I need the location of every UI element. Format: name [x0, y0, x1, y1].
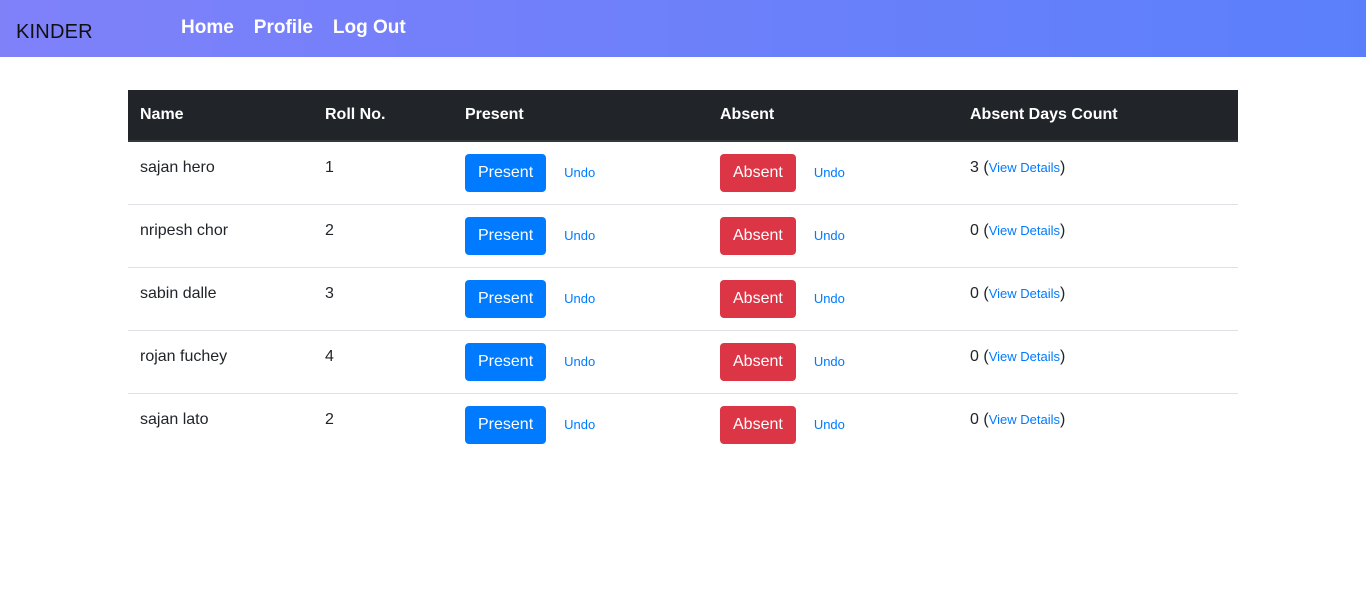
- view-details-link[interactable]: View Details: [989, 349, 1060, 364]
- nav-link-profile[interactable]: Profile: [254, 16, 313, 40]
- student-name: nripesh chor: [140, 221, 229, 239]
- present-cell: Present Undo: [453, 392, 708, 456]
- absent-count: 0: [970, 221, 979, 239]
- present-cell: Present Undo: [453, 266, 708, 330]
- header-present: Present: [453, 90, 708, 142]
- roll-number: 2: [325, 221, 334, 239]
- brand-logo[interactable]: KINDER: [16, 20, 93, 44]
- nav-link-home[interactable]: Home: [181, 16, 234, 40]
- view-details-link[interactable]: View Details: [989, 223, 1060, 238]
- absent-undo-link[interactable]: Undo: [814, 406, 845, 444]
- header-roll: Roll No.: [313, 90, 453, 142]
- view-details-link[interactable]: View Details: [989, 412, 1060, 427]
- nav-link-logout[interactable]: Log Out: [333, 16, 406, 40]
- absent-cell: Absent Undo: [708, 141, 958, 204]
- attendance-table-container: Name Roll No. Present Absent Absent Days…: [128, 90, 1238, 456]
- present-undo-link[interactable]: Undo: [564, 280, 595, 318]
- present-cell: Present Undo: [453, 203, 708, 267]
- present-undo-link[interactable]: Undo: [564, 343, 595, 381]
- student-name: sabin dalle: [140, 284, 217, 302]
- student-name: rojan fuchey: [140, 347, 228, 365]
- student-name-cell: nripesh chor: [128, 203, 313, 267]
- student-name-cell: sabin dalle: [128, 266, 313, 330]
- present-button[interactable]: Present: [465, 216, 547, 255]
- header-absent: Absent: [708, 90, 958, 142]
- absent-undo-link[interactable]: Undo: [814, 217, 845, 255]
- absent-button[interactable]: Absent: [720, 154, 796, 192]
- absent-cell: Absent Undo: [708, 392, 958, 456]
- student-name-cell: rojan fuchey: [128, 329, 313, 393]
- table-row: rojan fuchey 4 Present Undo Absent Undo 0 …: [128, 329, 1238, 393]
- roll-cell: 1: [313, 141, 453, 204]
- absent-undo-link[interactable]: Undo: [814, 343, 845, 381]
- table-row: sabin dalle 3 Present Undo Absent Undo 0 (…: [128, 266, 1238, 330]
- view-details-link[interactable]: View Details: [989, 286, 1060, 301]
- present-undo-link[interactable]: Undo: [564, 406, 595, 444]
- roll-number: 2: [325, 410, 334, 428]
- header-absent-count: Absent Days Count: [958, 90, 1238, 142]
- roll-number: 4: [325, 347, 334, 365]
- roll-cell: 2: [313, 392, 453, 456]
- table-header-row: Name Roll No. Present Absent Absent Days…: [128, 90, 1238, 142]
- roll-cell: 3: [313, 266, 453, 330]
- student-name-cell: sajan hero: [128, 141, 313, 204]
- absent-count-cell: 0 (View Details): [958, 266, 1238, 330]
- present-undo-link[interactable]: Undo: [564, 217, 595, 255]
- present-cell: Present Undo: [453, 329, 708, 393]
- absent-count: 0: [970, 284, 979, 302]
- absent-count: 3: [970, 159, 979, 176]
- present-undo-link[interactable]: Undo: [564, 154, 595, 192]
- nav-links: Home Profile Log Out: [181, 16, 406, 40]
- absent-count-cell: 0 (View Details): [958, 203, 1238, 267]
- absent-count-cell: 0 (View Details): [958, 392, 1238, 456]
- present-button[interactable]: Present: [465, 342, 547, 381]
- student-name: sajan lato: [140, 410, 209, 428]
- attendance-table: Name Roll No. Present Absent Absent Days…: [128, 90, 1238, 456]
- present-button[interactable]: Present: [465, 154, 547, 192]
- absent-undo-link[interactable]: Undo: [814, 154, 845, 192]
- roll-number: 3: [325, 284, 334, 302]
- header-name: Name: [128, 90, 313, 142]
- student-name: sajan hero: [140, 159, 215, 176]
- absent-count: 0: [970, 347, 979, 365]
- present-button[interactable]: Present: [465, 405, 547, 444]
- absent-count: 0: [970, 410, 979, 428]
- table-row: nripesh chor 2 Present Undo Absent Undo 0 …: [128, 203, 1238, 267]
- absent-count-cell: 3 (View Details): [970, 159, 1066, 176]
- absent-undo-link[interactable]: Undo: [814, 280, 845, 318]
- table-row: sajan hero 1 Present Undo Absent Undo 3 (V…: [128, 141, 1238, 204]
- roll-cell: 4: [313, 329, 453, 393]
- present-button[interactable]: Present: [465, 279, 547, 318]
- absent-cell: Absent Undo: [708, 329, 958, 393]
- roll-cell: 2: [313, 203, 453, 267]
- view-details-link[interactable]: View Details: [989, 160, 1060, 175]
- absent-count-cell: 0 (View Details): [958, 329, 1238, 393]
- absent-button[interactable]: Absent: [720, 405, 796, 444]
- absent-cell: Absent Undo: [708, 266, 958, 330]
- roll-number: 1: [325, 159, 334, 176]
- absent-button[interactable]: Absent: [720, 342, 796, 381]
- student-name-cell: sajan lato: [128, 392, 313, 456]
- present-cell: Present Undo: [453, 141, 708, 204]
- navbar: KINDER Home Profile Log Out: [0, 0, 1366, 57]
- table-row: sajan lato 2 Present Undo Absent Undo 0 (V…: [128, 392, 1238, 456]
- absent-button[interactable]: Absent: [720, 216, 796, 255]
- absent-button[interactable]: Absent: [720, 279, 796, 318]
- absent-cell: Absent Undo: [708, 203, 958, 267]
